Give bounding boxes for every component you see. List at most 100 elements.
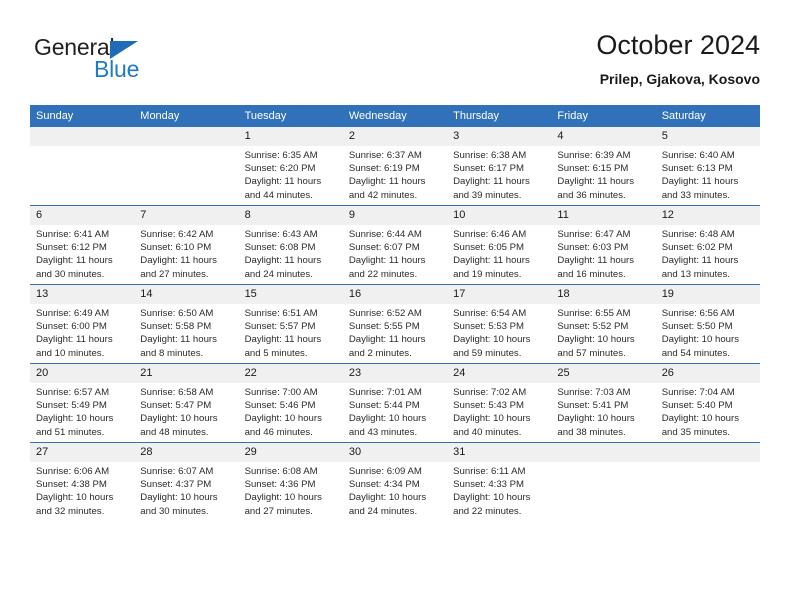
day-number: 15 xyxy=(238,285,343,304)
calendar-day-cell[interactable]: 27 Sunrise: 6:06 AM Sunset: 4:38 PM Dayligh… xyxy=(30,442,135,521)
sunrise-time: Sunrise: 6:06 AM xyxy=(36,466,110,477)
day-details: Sunrise: 6:58 AM Sunset: 5:47 PM Daylight:… xyxy=(134,383,238,439)
daylight-duration-line2: and 24 minutes. xyxy=(244,268,313,280)
day-details: Sunrise: 6:52 AM Sunset: 5:55 PM Daylight:… xyxy=(343,304,447,360)
sunrise-time: Sunrise: 6:52 AM xyxy=(348,308,422,319)
calendar-day-cell[interactable]: 28 Sunrise: 6:07 AM Sunset: 4:37 PM Dayligh… xyxy=(134,442,239,521)
day-details: Sunrise: 7:00 AM Sunset: 5:46 PM Daylight:… xyxy=(239,383,343,439)
calendar-day-cell[interactable]: 25 Sunrise: 7:03 AM Sunset: 5:41 PM Dayligh… xyxy=(551,363,656,443)
calendar-day-cell[interactable]: 20 Sunrise: 6:57 AM Sunset: 5:49 PM Dayligh… xyxy=(30,363,135,443)
calendar-day-cell[interactable]: 3 Sunrise: 6:38 AM Sunset: 6:17 PM Daylight… xyxy=(447,127,552,206)
day-number: 2 xyxy=(342,127,448,146)
daylight-duration-line2: and 33 minutes. xyxy=(661,189,730,201)
daylight-duration-line2: and 2 minutes. xyxy=(348,347,412,359)
calendar-week-row: 13 Sunrise: 6:49 AM Sunset: 6:00 PM Dayligh… xyxy=(30,284,760,364)
day-number: 11 xyxy=(551,206,656,225)
day-number: 31 xyxy=(447,443,552,462)
sunset-time: Sunset: 6:10 PM xyxy=(140,242,212,254)
calendar-day-cell[interactable]: 9 Sunrise: 6:44 AM Sunset: 6:07 PM Daylight… xyxy=(342,205,448,285)
day-details: Sunrise: 6:44 AM Sunset: 6:07 PM Daylight:… xyxy=(343,225,447,281)
daylight-duration-line2: and 22 minutes. xyxy=(348,268,418,280)
calendar-day-cell[interactable]: 13 Sunrise: 6:49 AM Sunset: 6:00 PM Dayligh… xyxy=(30,284,135,364)
day-number: 5 xyxy=(655,127,760,146)
calendar-day-cell[interactable]: 12 Sunrise: 6:48 AM Sunset: 6:02 PM Dayligh… xyxy=(655,205,760,285)
day-details: Sunrise: 6:48 AM Sunset: 6:02 PM Daylight:… xyxy=(656,225,760,281)
day-details: Sunrise: 6:56 AM Sunset: 5:50 PM Daylight:… xyxy=(656,304,760,360)
daylight-duration-line1: Daylight: 10 hours xyxy=(244,413,322,425)
day-number: 13 xyxy=(30,285,135,304)
day-number: 30 xyxy=(342,443,448,462)
sunrise-time: Sunrise: 6:55 AM xyxy=(557,308,631,319)
calendar-day-cell[interactable]: 17 Sunrise: 6:54 AM Sunset: 5:53 PM Dayligh… xyxy=(447,284,552,364)
calendar-day-cell[interactable]: 10 Sunrise: 6:46 AM Sunset: 6:05 PM Dayligh… xyxy=(447,205,552,285)
sunrise-time: Sunrise: 6:09 AM xyxy=(348,466,422,477)
calendar-day-cell[interactable]: 16 Sunrise: 6:52 AM Sunset: 5:55 PM Dayligh… xyxy=(342,284,448,364)
daylight-duration-line2: and 8 minutes. xyxy=(140,347,204,359)
calendar-day-cell[interactable]: 15 Sunrise: 6:51 AM Sunset: 5:57 PM Dayligh… xyxy=(238,284,343,364)
calendar-day-cell[interactable]: 4 Sunrise: 6:39 AM Sunset: 6:15 PM Daylight… xyxy=(551,127,656,206)
sunset-time: Sunset: 5:50 PM xyxy=(661,321,733,333)
calendar-day-cell[interactable]: 30 Sunrise: 6:09 AM Sunset: 4:34 PM Dayligh… xyxy=(342,442,448,521)
calendar-day-cell[interactable]: 5 Sunrise: 6:40 AM Sunset: 6:13 PM Daylight… xyxy=(655,127,760,206)
daylight-duration-line1: Daylight: 11 hours xyxy=(348,176,426,188)
day-number: 28 xyxy=(134,443,239,462)
daylight-duration-line1: Daylight: 11 hours xyxy=(453,176,530,188)
weekday-header-wednesday: Wednesday xyxy=(342,105,448,127)
day-details: Sunrise: 6:11 AM Sunset: 4:33 PM Daylight:… xyxy=(447,462,551,518)
page-title: October 2024 xyxy=(596,30,760,60)
daylight-duration-line2: and 13 minutes. xyxy=(661,268,730,280)
calendar-day-cell[interactable]: 6 Sunrise: 6:41 AM Sunset: 6:12 PM Daylight… xyxy=(30,205,135,285)
day-number: 7 xyxy=(134,206,239,225)
day-details: Sunrise: 6:43 AM Sunset: 6:08 PM Daylight:… xyxy=(239,225,343,281)
calendar-day-cell[interactable]: 11 Sunrise: 6:47 AM Sunset: 6:03 PM Dayligh… xyxy=(551,205,656,285)
day-number: 8 xyxy=(238,206,343,225)
general-blue-logo[interactable]: General Blue xyxy=(34,34,234,92)
page-header: General Blue October 2024 Prilep, Gjakov… xyxy=(30,28,760,98)
location-subtitle: Prilep, Gjakova, Kosovo xyxy=(599,71,760,87)
calendar-day-cell[interactable]: 2 Sunrise: 6:37 AM Sunset: 6:19 PM Daylight… xyxy=(342,127,448,206)
daylight-duration-line1: Daylight: 10 hours xyxy=(453,334,531,346)
daylight-duration-line1: Daylight: 11 hours xyxy=(661,176,739,188)
calendar-day-cell[interactable]: 23 Sunrise: 7:01 AM Sunset: 5:44 PM Dayligh… xyxy=(342,363,448,443)
calendar-day-cell[interactable]: 29 Sunrise: 6:08 AM Sunset: 4:36 PM Dayligh… xyxy=(238,442,343,521)
calendar-body: 1 Sunrise: 6:35 AM Sunset: 6:20 PM Daylight… xyxy=(30,127,760,521)
day-details: Sunrise: 6:07 AM Sunset: 4:37 PM Daylight:… xyxy=(134,462,238,518)
calendar-day-cell[interactable]: 19 Sunrise: 6:56 AM Sunset: 5:50 PM Dayligh… xyxy=(655,284,760,364)
sunrise-time: Sunrise: 6:48 AM xyxy=(661,229,735,240)
sunset-time: Sunset: 5:57 PM xyxy=(244,321,316,333)
sunset-time: Sunset: 5:44 PM xyxy=(348,400,420,412)
day-number: 26 xyxy=(655,364,760,383)
day-number: 19 xyxy=(655,285,760,304)
calendar-day-cell[interactable]: 24 Sunrise: 7:02 AM Sunset: 5:43 PM Dayligh… xyxy=(447,363,552,443)
daylight-duration-line1: Daylight: 11 hours xyxy=(661,255,739,267)
daylight-duration-line2: and 24 minutes. xyxy=(348,505,418,517)
day-details: Sunrise: 6:51 AM Sunset: 5:57 PM Daylight:… xyxy=(239,304,343,360)
day-number xyxy=(30,127,135,146)
sunrise-time: Sunrise: 6:07 AM xyxy=(140,466,214,477)
sunrise-time: Sunrise: 6:57 AM xyxy=(36,387,110,398)
day-number: 23 xyxy=(342,364,448,383)
daylight-duration-line2: and 19 minutes. xyxy=(453,268,522,280)
day-details: Sunrise: 6:42 AM Sunset: 6:10 PM Daylight:… xyxy=(134,225,238,281)
calendar-week-row: 6 Sunrise: 6:41 AM Sunset: 6:12 PM Daylight… xyxy=(30,205,760,285)
day-details: Sunrise: 6:54 AM Sunset: 5:53 PM Daylight:… xyxy=(447,304,551,360)
calendar-day-cell[interactable]: 22 Sunrise: 7:00 AM Sunset: 5:46 PM Dayligh… xyxy=(238,363,343,443)
daylight-duration-line2: and 32 minutes. xyxy=(36,505,105,517)
calendar-day-cell[interactable]: 26 Sunrise: 7:04 AM Sunset: 5:40 PM Dayligh… xyxy=(655,363,760,443)
sunrise-time: Sunrise: 6:56 AM xyxy=(661,308,735,319)
calendar-day-cell[interactable]: 7 Sunrise: 6:42 AM Sunset: 6:10 PM Daylight… xyxy=(134,205,239,285)
daylight-duration-line1: Daylight: 10 hours xyxy=(557,413,635,425)
daylight-duration-line2: and 51 minutes. xyxy=(36,426,105,438)
calendar-day-cell[interactable]: 21 Sunrise: 6:58 AM Sunset: 5:47 PM Dayligh… xyxy=(134,363,239,443)
calendar-day-cell[interactable]: 8 Sunrise: 6:43 AM Sunset: 6:08 PM Daylight… xyxy=(238,205,343,285)
calendar-day-cell[interactable]: 31 Sunrise: 6:11 AM Sunset: 4:33 PM Dayligh… xyxy=(447,442,552,521)
sunrise-time: Sunrise: 6:35 AM xyxy=(244,150,318,161)
daylight-duration-line2: and 39 minutes. xyxy=(453,189,522,201)
calendar-day-cell[interactable]: 1 Sunrise: 6:35 AM Sunset: 6:20 PM Daylight… xyxy=(238,127,343,206)
sunrise-time: Sunrise: 6:39 AM xyxy=(557,150,631,161)
calendar-day-cell[interactable]: 14 Sunrise: 6:50 AM Sunset: 5:58 PM Dayligh… xyxy=(134,284,239,364)
daylight-duration-line1: Daylight: 11 hours xyxy=(453,255,530,267)
daylight-duration-line1: Daylight: 11 hours xyxy=(36,255,113,267)
daylight-duration-line1: Daylight: 11 hours xyxy=(348,255,426,267)
calendar-day-cell[interactable]: 18 Sunrise: 6:55 AM Sunset: 5:52 PM Dayligh… xyxy=(551,284,656,364)
